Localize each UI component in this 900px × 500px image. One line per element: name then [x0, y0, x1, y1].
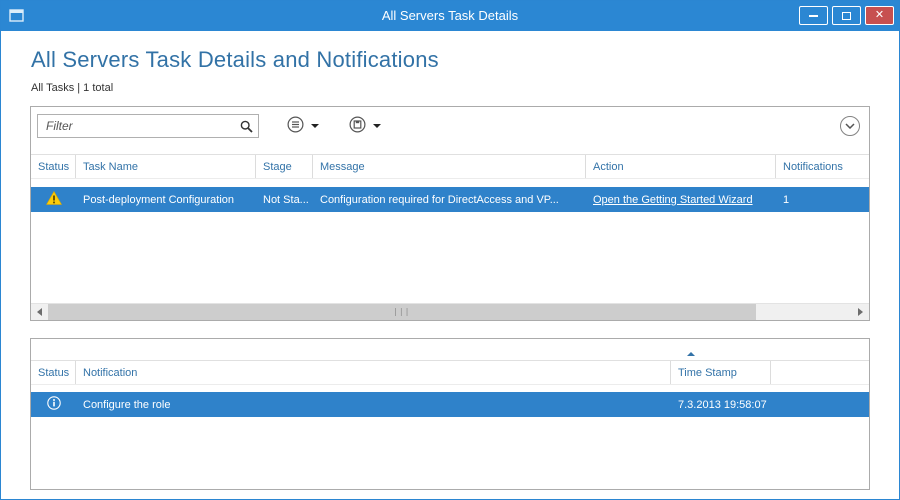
- column-header-action[interactable]: Action: [586, 155, 776, 178]
- maximize-button[interactable]: [832, 6, 861, 25]
- tasks-count: All Tasks | 1 total: [31, 82, 113, 94]
- column-header-message[interactable]: Message: [313, 155, 586, 178]
- titlebar: All Servers Task Details ✕: [1, 1, 899, 31]
- action-cell: Open the Getting Started Wizard: [586, 187, 776, 212]
- column-header-stage[interactable]: Stage: [256, 155, 313, 178]
- column-header-status[interactable]: Status: [31, 155, 76, 178]
- notifications-table-header: Status Notification Time Stamp: [31, 360, 869, 385]
- search-icon[interactable]: [234, 115, 258, 137]
- horizontal-scrollbar[interactable]: |||: [31, 303, 869, 320]
- save-button[interactable]: [343, 114, 387, 138]
- filter-input[interactable]: [38, 119, 234, 133]
- task-name-cell: Post-deployment Configuration: [76, 187, 256, 212]
- message-cell: Configuration required for DirectAccess …: [313, 187, 586, 212]
- column-header-task-name[interactable]: Task Name: [76, 155, 256, 178]
- status-cell: [31, 187, 76, 212]
- page-title: All Servers Task Details and Notificatio…: [31, 47, 439, 73]
- chevron-down-icon: [373, 124, 381, 128]
- close-icon: ✕: [875, 10, 884, 21]
- tasks-filter-button[interactable]: [281, 114, 325, 138]
- window-icon: [9, 8, 25, 28]
- status-cell: [31, 392, 76, 417]
- notifications-count-cell: 1: [776, 187, 869, 212]
- scrollbar-track[interactable]: |||: [48, 304, 852, 320]
- window-controls: ✕: [799, 6, 894, 25]
- time-stamp-cell: 7.3.2013 19:58:07: [671, 392, 771, 417]
- warning-icon: [46, 191, 62, 208]
- task-row[interactable]: Post-deployment Configuration Not Sta...…: [31, 187, 869, 212]
- sort-ascending-icon: [687, 352, 695, 356]
- column-header-notification[interactable]: Notification: [76, 361, 671, 384]
- stage-cell: Not Sta...: [256, 187, 313, 212]
- column-header-status[interactable]: Status: [31, 361, 76, 384]
- dialog-content: All Servers Task Details and Notificatio…: [1, 31, 899, 499]
- save-icon: [349, 116, 366, 136]
- scroll-right-button[interactable]: [852, 304, 869, 320]
- close-button[interactable]: ✕: [865, 6, 894, 25]
- minimize-button[interactable]: [799, 6, 828, 25]
- column-header-time-stamp[interactable]: Time Stamp: [671, 361, 771, 384]
- collapse-panel-button[interactable]: [840, 116, 860, 136]
- tasks-table-header: Status Task Name Stage Message Action No…: [31, 154, 869, 179]
- scroll-left-icon: [37, 308, 42, 316]
- filter-box: [37, 114, 259, 138]
- scrollbar-thumb[interactable]: |||: [48, 304, 756, 320]
- minimize-icon: [809, 15, 818, 17]
- open-getting-started-wizard-link[interactable]: Open the Getting Started Wizard: [593, 194, 753, 206]
- notifications-panel: Status Notification Time Stamp Configure…: [30, 338, 870, 490]
- notification-row[interactable]: Configure the role 7.3.2013 19:58:07: [31, 392, 869, 417]
- chevron-down-icon: [311, 124, 319, 128]
- notification-cell: Configure the role: [76, 392, 671, 417]
- scroll-right-icon: [858, 308, 863, 316]
- chevron-down-icon: [845, 123, 855, 129]
- scroll-left-button[interactable]: [31, 304, 48, 320]
- scrollbar-grip: |||: [393, 308, 410, 316]
- tasks-filter-icon: [287, 116, 304, 136]
- window-title: All Servers Task Details: [1, 1, 899, 31]
- tasks-panel: Status Task Name Stage Message Action No…: [30, 106, 870, 321]
- maximize-icon: [842, 12, 851, 20]
- info-icon: [47, 396, 61, 413]
- column-header-notifications[interactable]: Notifications: [776, 155, 869, 178]
- dialog-window: All Servers Task Details ✕ All Servers T…: [0, 0, 900, 500]
